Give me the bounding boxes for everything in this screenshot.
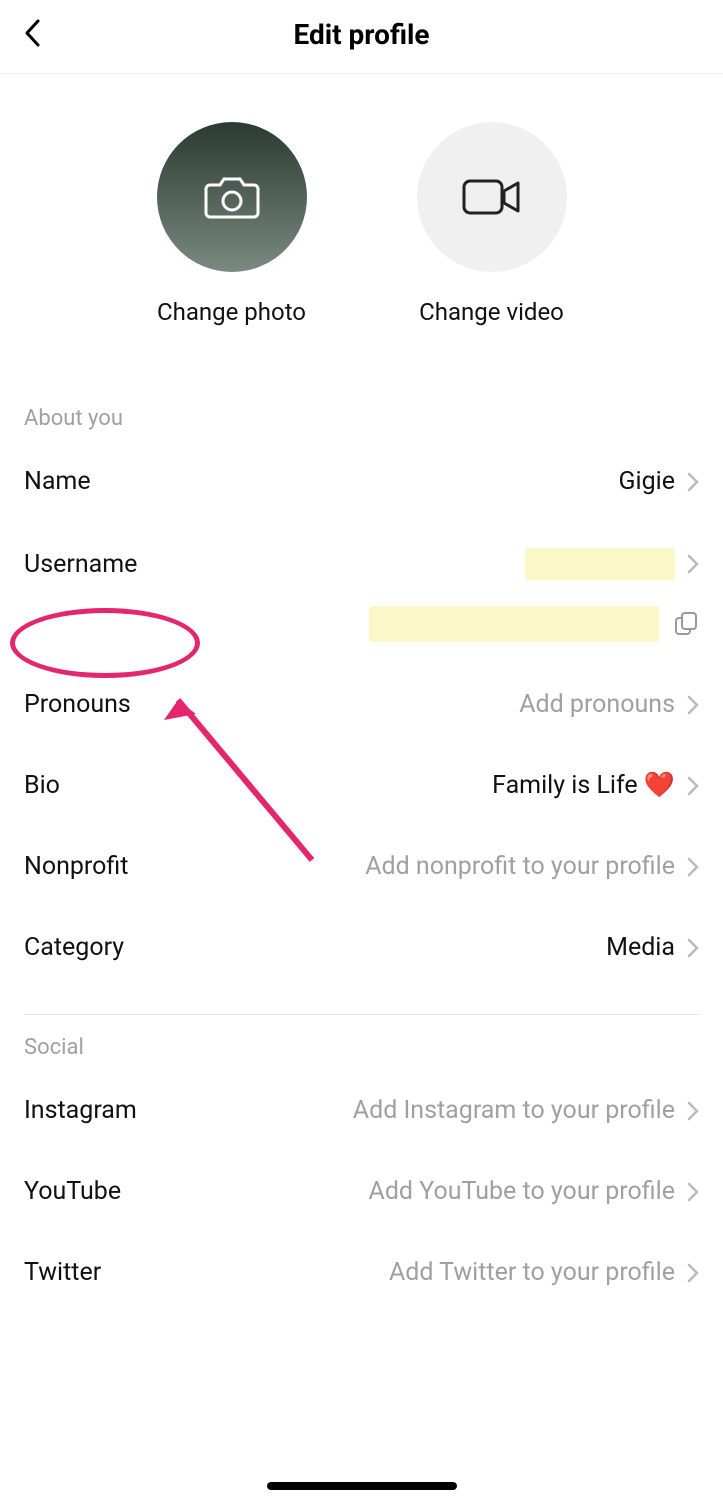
row-name[interactable]: Name Gigie xyxy=(24,441,699,522)
change-photo-item: Change photo xyxy=(157,122,307,326)
row-youtube[interactable]: YouTube Add YouTube to your profile xyxy=(24,1151,699,1232)
chevron-right-icon xyxy=(687,857,699,877)
back-button[interactable] xyxy=(18,18,48,48)
change-photo-label: Change photo xyxy=(157,298,307,326)
social-list: Instagram Add Instagram to your profile … xyxy=(0,1070,723,1313)
row-twitter-value: Add Twitter to your profile xyxy=(389,1258,675,1287)
about-list-2: Pronouns Add pronouns Bio Family is Life… xyxy=(0,664,723,1015)
page-title: Edit profile xyxy=(293,18,429,51)
chevron-right-icon xyxy=(687,1263,699,1283)
row-username[interactable]: Username xyxy=(24,522,699,606)
change-photo-circle[interactable] xyxy=(157,122,307,272)
row-bio[interactable]: Bio Family is Life ❤️ xyxy=(24,745,699,826)
profile-link-redacted-highlight xyxy=(369,606,659,642)
row-name-label: Name xyxy=(24,467,91,496)
row-instagram-value: Add Instagram to your profile xyxy=(353,1096,675,1125)
chevron-right-icon xyxy=(687,554,699,574)
home-indicator xyxy=(267,1482,457,1490)
media-row: Change photo Change video xyxy=(0,74,723,386)
username-redacted-highlight xyxy=(525,548,675,580)
change-video-item: Change video xyxy=(417,122,567,326)
row-name-value: Gigie xyxy=(619,467,675,496)
chevron-right-icon xyxy=(687,1101,699,1121)
row-youtube-value: Add YouTube to your profile xyxy=(369,1177,675,1206)
row-nonprofit-label: Nonprofit xyxy=(24,852,128,881)
row-instagram[interactable]: Instagram Add Instagram to your profile xyxy=(24,1070,699,1151)
row-category-label: Category xyxy=(24,933,124,962)
row-nonprofit-value: Add nonprofit to your profile xyxy=(365,852,675,881)
row-username-label: Username xyxy=(24,550,137,579)
change-video-label: Change video xyxy=(417,298,567,326)
row-youtube-label: YouTube xyxy=(24,1177,121,1206)
chevron-right-icon xyxy=(687,776,699,796)
row-bio-value: Family is Life ❤️ xyxy=(492,771,675,800)
row-instagram-label: Instagram xyxy=(24,1096,137,1125)
chevron-right-icon xyxy=(687,695,699,715)
row-category-value: Media xyxy=(606,933,675,962)
row-twitter[interactable]: Twitter Add Twitter to your profile xyxy=(24,1232,699,1313)
chevron-right-icon xyxy=(687,938,699,958)
row-bio-label: Bio xyxy=(24,771,60,800)
row-pronouns-label: Pronouns xyxy=(24,690,131,719)
row-pronouns[interactable]: Pronouns Add pronouns xyxy=(24,664,699,745)
section-about-title: About you xyxy=(0,386,723,441)
chevron-right-icon xyxy=(687,1182,699,1202)
row-twitter-label: Twitter xyxy=(24,1258,101,1287)
row-category[interactable]: Category Media xyxy=(24,907,699,988)
change-video-circle[interactable] xyxy=(417,122,567,272)
copy-icon[interactable] xyxy=(673,611,699,637)
row-profile-link[interactable] xyxy=(0,606,723,664)
about-list: Name Gigie Username xyxy=(0,441,723,606)
chevron-left-icon xyxy=(22,18,44,48)
row-pronouns-value: Add pronouns xyxy=(519,690,675,719)
camera-icon xyxy=(204,173,260,221)
row-nonprofit[interactable]: Nonprofit Add nonprofit to your profile xyxy=(24,826,699,907)
video-icon xyxy=(462,175,522,219)
header: Edit profile xyxy=(0,0,723,74)
section-social-title: Social xyxy=(0,1015,723,1070)
chevron-right-icon xyxy=(687,472,699,492)
